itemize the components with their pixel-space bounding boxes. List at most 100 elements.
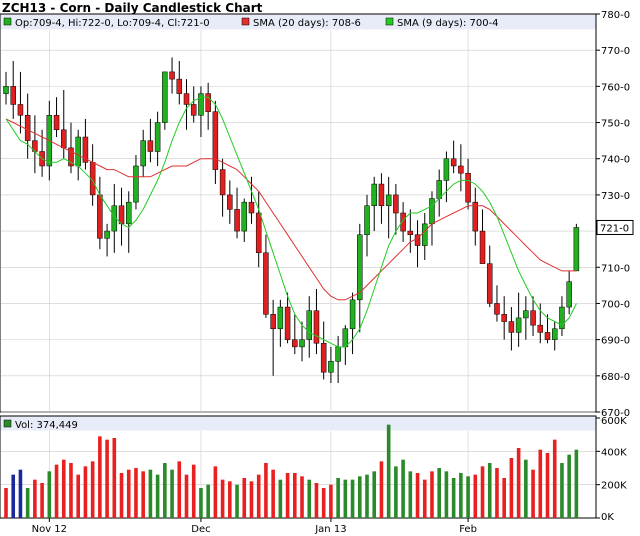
volume-bar	[300, 476, 304, 518]
volume-bar	[451, 478, 456, 518]
candle-body	[219, 169, 226, 196]
candle	[573, 223, 580, 272]
price-panel	[0, 13, 597, 413]
volume-bar	[83, 466, 88, 518]
candle-body	[544, 332, 551, 340]
candle-body	[364, 205, 370, 235]
candle-body	[573, 227, 580, 272]
candle-body	[234, 209, 240, 232]
volume-bar	[220, 479, 225, 518]
volume-bar	[76, 474, 80, 518]
candle-body	[162, 71, 168, 123]
volume-bar	[350, 479, 355, 518]
candle-body	[284, 306, 291, 340]
x-tick-label: Feb	[459, 524, 477, 535]
volume-bar	[69, 463, 73, 518]
volume-bar	[495, 468, 499, 518]
candle-body	[422, 223, 428, 246]
candle-body	[241, 201, 248, 232]
volume-bar	[126, 469, 131, 518]
volume-bar	[184, 474, 189, 518]
volume-bar	[112, 438, 117, 518]
volume-bar	[293, 473, 297, 518]
sma20-legend: SMA (20 days): 708-6	[253, 18, 361, 29]
sma9-legend: SMA (9 days): 700-4	[397, 18, 499, 29]
volume-bar	[177, 461, 182, 518]
volume-bar	[466, 476, 470, 518]
volume-bar	[170, 469, 174, 518]
candle-body	[537, 324, 544, 333]
ohlc-legend-swatch	[3, 17, 12, 26]
candle-body	[277, 306, 284, 330]
price-tick-label: 770-0	[601, 46, 630, 57]
candle-body	[515, 317, 522, 333]
candle-body	[378, 183, 385, 207]
volume-bar	[487, 463, 492, 518]
candle-body	[53, 115, 60, 131]
volume-bar	[163, 463, 167, 518]
volume-bar	[357, 476, 362, 518]
candle-body	[450, 158, 457, 167]
candle-body	[169, 71, 175, 80]
volume-bar	[538, 449, 543, 518]
x-tick-label: Dec	[191, 524, 210, 535]
volume-bar	[61, 459, 66, 518]
volume-bar	[321, 488, 326, 518]
candle-body	[147, 140, 154, 152]
volume-bar	[314, 483, 319, 518]
price-tick-label: 730-0	[601, 191, 630, 202]
volume-bar	[278, 479, 283, 518]
volume-bar	[206, 484, 210, 518]
volume-bar	[4, 488, 8, 518]
last-price-tag: 721-0	[596, 219, 634, 235]
candle-body	[292, 339, 298, 348]
candle-body	[17, 104, 24, 116]
volume-tick-label: 200K	[601, 481, 627, 492]
volume-bar	[567, 454, 571, 518]
candle-body	[357, 234, 363, 301]
candle-body	[479, 230, 486, 264]
sma20-legend-swatch	[241, 17, 250, 26]
volume-bar	[386, 424, 391, 518]
volume-bar	[307, 479, 312, 518]
volume-bar	[422, 479, 427, 518]
volume-bar	[524, 459, 528, 518]
candle-body	[263, 252, 269, 315]
volume-bar	[437, 468, 441, 518]
volume-bar	[141, 471, 145, 518]
candle-body	[97, 194, 103, 239]
candle-body	[349, 299, 356, 330]
volume-bar	[415, 473, 420, 518]
volume-bar	[47, 471, 52, 518]
volume-bar	[336, 478, 340, 518]
candle-body	[566, 281, 572, 308]
volume-bar	[228, 481, 232, 518]
volume-bar	[365, 474, 369, 518]
volume-bar	[560, 463, 564, 518]
candle-body	[140, 140, 146, 167]
candle-body	[494, 303, 500, 315]
volume-bar	[480, 466, 485, 518]
volume-bar	[54, 464, 59, 518]
candle-body	[61, 129, 67, 149]
volume-bar	[242, 478, 247, 518]
volume-bar	[430, 471, 434, 518]
candle-body	[183, 93, 190, 105]
candle-body	[104, 230, 110, 239]
candle-body	[270, 314, 276, 330]
volume-tick-label: 400K	[601, 447, 627, 458]
volume-bar	[552, 439, 557, 518]
candle-body	[205, 93, 211, 112]
candle-body	[429, 198, 435, 225]
sma9-legend-swatch	[385, 17, 394, 26]
volume-bar	[11, 474, 16, 518]
price-tick-label: 780-0	[601, 10, 630, 21]
candle-body	[190, 104, 197, 116]
volume-bar	[444, 471, 449, 518]
candle-body	[10, 86, 16, 105]
volume-bar	[105, 439, 109, 518]
last-price-label: 721-0	[600, 223, 629, 234]
candle-body	[248, 201, 255, 214]
candle-body	[133, 165, 139, 203]
volume-bar	[119, 473, 124, 518]
